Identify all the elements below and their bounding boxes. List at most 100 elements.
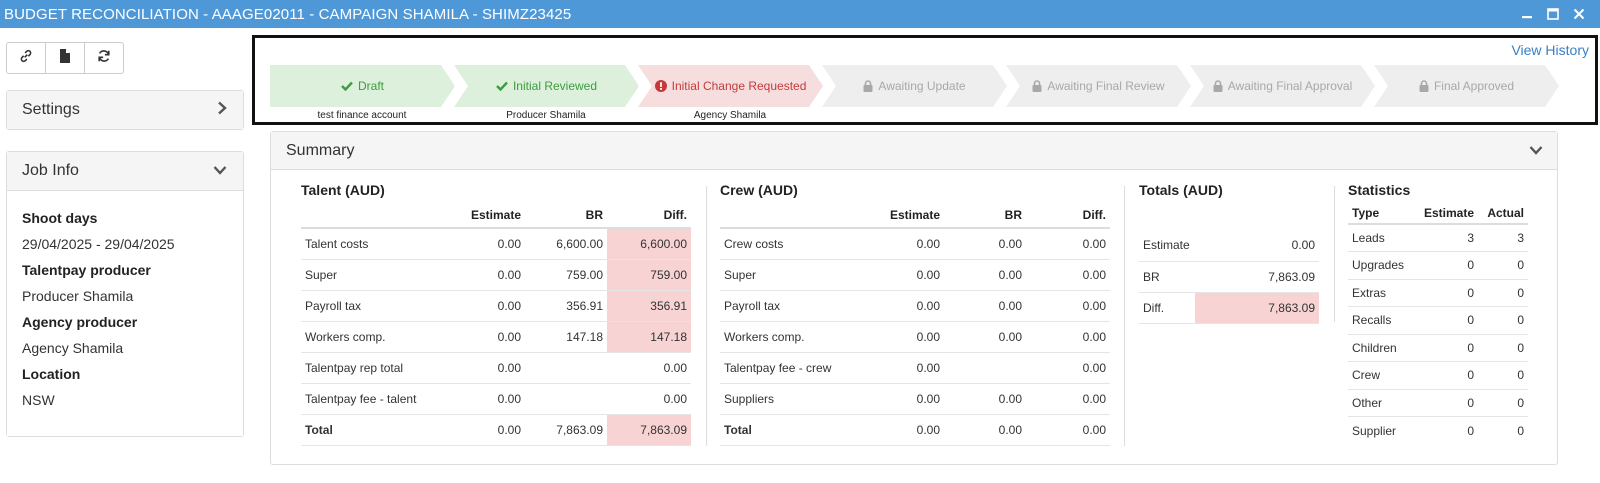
document-button[interactable]: [45, 42, 85, 74]
agency-producer-value: Agency Shamila: [22, 340, 124, 356]
link-button[interactable]: [6, 42, 46, 74]
row-label: Talentpay rep total: [301, 352, 461, 384]
chevron-down-icon: [1529, 142, 1543, 160]
actual-cell: 3: [1478, 224, 1528, 252]
row-label: Super: [720, 259, 880, 291]
settings-toggle[interactable]: Settings: [7, 91, 243, 129]
estimate-cell: 0.00: [461, 383, 525, 415]
row-label: Total: [301, 414, 461, 446]
row-label: Talent costs: [301, 228, 461, 260]
step-user: Agency Shamila: [693, 110, 767, 121]
diff-cell: 0.00: [1026, 290, 1110, 322]
br-cell: 0.00: [944, 383, 1026, 415]
step-initial-reviewed[interactable]: Initial Reviewed: [454, 65, 639, 107]
step-awaiting-final-approval[interactable]: Awaiting Final Approval: [1190, 65, 1375, 107]
diff-cell: 147.18: [607, 321, 691, 353]
check-icon: [341, 81, 353, 91]
talentpay-producer-label: Talentpay producer: [22, 262, 151, 278]
br-cell: 0.00: [944, 259, 1026, 291]
step-draft[interactable]: Draft: [270, 65, 455, 107]
estimate-cell: 0.00: [880, 259, 944, 291]
statistics-table: Type Estimate Actual Leads 3 3 Upgrades 0 0 …: [1348, 202, 1528, 444]
totals-table: Estimate 0.00 BR 7,863.09 Diff. 7,863.09: [1139, 230, 1319, 324]
summary-panel: Summary Talent (AUD) Estimate BR Diff. T…: [270, 131, 1558, 465]
total-row: Total 0.00 7,863.09 7,863.09: [301, 414, 691, 446]
type-cell: Recalls: [1348, 306, 1418, 335]
table-row: Recalls 0 0: [1348, 306, 1528, 335]
step-label: Draft: [357, 79, 384, 93]
view-history-link[interactable]: View History: [1511, 42, 1589, 58]
diff-cell: 356.91: [607, 290, 691, 322]
value-cell: 7,863.09: [1195, 261, 1319, 293]
br-cell: 0.00: [944, 228, 1026, 260]
window-title-bar: BUDGET RECONCILIATION - AAAGE02011 - CAM…: [0, 0, 1600, 28]
row-label: Workers comp.: [720, 321, 880, 353]
br-cell: [525, 352, 607, 384]
row-label: Talentpay fee - talent: [301, 383, 461, 415]
statistics-section: Statistics Type Estimate Actual Leads 3 3 …: [1348, 182, 1528, 444]
workflow-step-users: test finance account Producer Shamila Ag…: [270, 110, 822, 121]
section-divider: [706, 186, 707, 446]
step-final-approved[interactable]: Final Approved: [1374, 65, 1559, 107]
refresh-button[interactable]: [84, 42, 124, 74]
estimate-cell: 0.00: [880, 414, 944, 446]
job-info-panel: Job Info Shoot days 29/04/2025 - 29/04/2…: [6, 151, 244, 437]
step-label: Awaiting Final Approval: [1227, 79, 1353, 93]
br-cell: 0.00: [944, 414, 1026, 446]
diff-cell: 0.00: [1026, 259, 1110, 291]
row-label: Crew costs: [720, 228, 880, 260]
diff-cell: 0.00: [1026, 321, 1110, 353]
crew-title: Crew (AUD): [720, 182, 798, 198]
diff-cell: 759.00: [607, 259, 691, 291]
row-label: Total: [720, 414, 880, 446]
location-value: NSW: [22, 392, 55, 408]
step-label: Initial Change Requested: [671, 79, 807, 93]
table-row: Payroll tax 0.00 0.00 0.00: [720, 290, 1110, 322]
close-icon[interactable]: [1568, 3, 1590, 25]
diff-cell: 0.00: [607, 383, 691, 415]
column-header: BR: [944, 202, 1026, 229]
row-label: Estimate: [1139, 230, 1195, 262]
estimate-cell: 0.00: [461, 228, 525, 260]
br-cell: 7,863.09: [525, 414, 607, 446]
table-row: Extras 0 0: [1348, 279, 1528, 307]
job-info-toggle[interactable]: Job Info: [7, 152, 243, 190]
table-row: Other 0 0: [1348, 389, 1528, 417]
estimate-cell: 0.00: [461, 321, 525, 353]
br-cell: 147.18: [525, 321, 607, 353]
br-cell: [525, 383, 607, 415]
actual-cell: 0: [1478, 251, 1528, 280]
column-header: Estimate: [1418, 202, 1478, 225]
table-row: Supplier 0 0: [1348, 417, 1528, 445]
maximize-icon[interactable]: [1542, 3, 1564, 25]
step-awaiting-update[interactable]: Awaiting Update: [822, 65, 1007, 107]
type-cell: Crew: [1348, 361, 1418, 390]
row-label: Suppliers: [720, 383, 880, 415]
type-cell: Extras: [1348, 279, 1418, 307]
estimate-cell: 0.00: [880, 383, 944, 415]
actual-cell: 0: [1478, 389, 1528, 417]
table-row: Super 0.00 759.00 759.00: [301, 259, 691, 291]
column-header: Estimate: [461, 202, 525, 229]
actual-cell: 0: [1517, 423, 1524, 438]
minimize-icon[interactable]: [1516, 3, 1538, 25]
table-row: Talentpay fee - talent 0.00 0.00: [301, 383, 691, 415]
estimate-cell: 0.00: [880, 228, 944, 260]
summary-toggle[interactable]: Summary: [271, 132, 1557, 170]
estimate-cell: 0: [1418, 251, 1478, 280]
table-row: Talentpay rep total 0.00 0.00: [301, 352, 691, 384]
estimate-cell: 0.00: [461, 352, 525, 384]
job-info-body: Shoot days 29/04/2025 - 29/04/2025 Talen…: [7, 190, 243, 436]
actual-cell: 0: [1478, 306, 1528, 335]
settings-panel: Settings: [6, 90, 244, 130]
table-row: Payroll tax 0.00 356.91 356.91: [301, 290, 691, 322]
estimate-cell: 0.00: [880, 321, 944, 353]
estimate-cell: 0: [1418, 279, 1478, 307]
table-row: Children 0 0: [1348, 334, 1528, 362]
step-initial-change-requested[interactable]: Initial Change Requested: [638, 65, 823, 107]
summary-label: Summary: [286, 141, 355, 159]
step-awaiting-final-review[interactable]: Awaiting Final Review: [1006, 65, 1191, 107]
table-row: BR 7,863.09: [1139, 261, 1319, 293]
crew-table: Estimate BR Diff. Crew costs 0.00 0.00 0…: [720, 202, 1110, 446]
check-icon: [496, 81, 508, 91]
